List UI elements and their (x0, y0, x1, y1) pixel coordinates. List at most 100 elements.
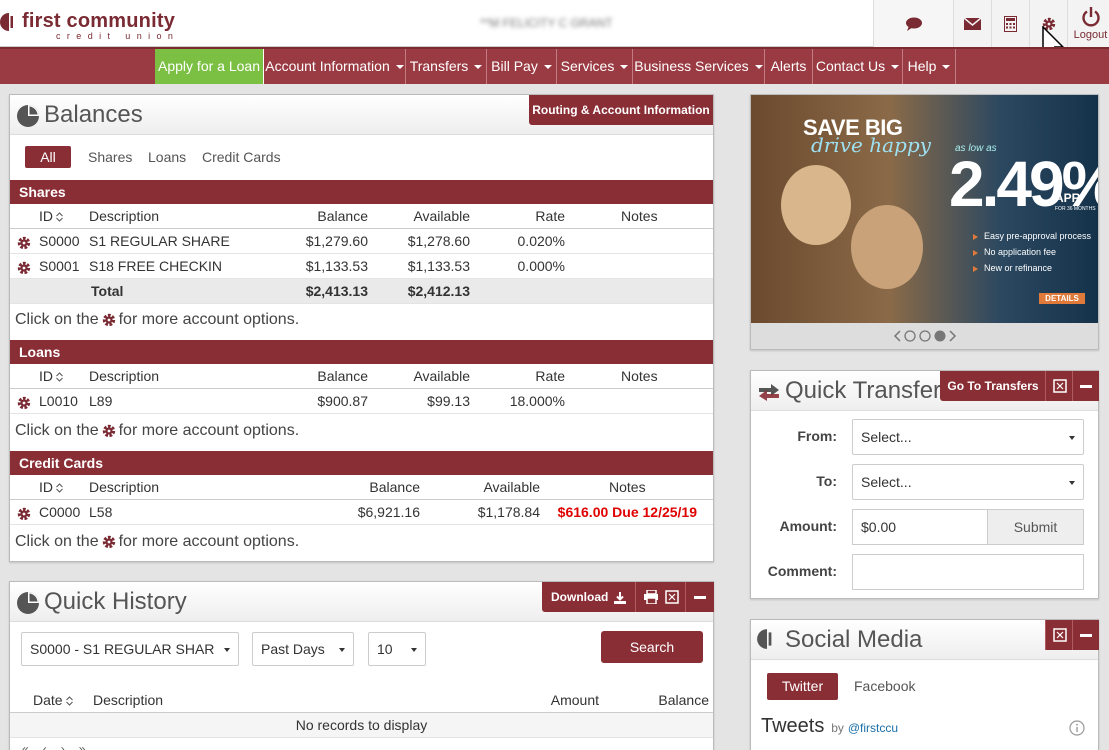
history-period-select[interactable]: Past Days (252, 632, 354, 666)
gear-icon[interactable] (17, 396, 31, 410)
main-nav: Apply for a Loan Account Information Tra… (0, 47, 1109, 84)
chat-button[interactable] (873, 0, 953, 47)
chevron-right-icon[interactable] (948, 329, 957, 342)
collapse-button[interactable] (1072, 371, 1099, 401)
col-notes: Notes (609, 479, 646, 495)
minus-icon (1080, 633, 1092, 637)
account-available: $99.13 (427, 393, 470, 409)
loans-header-row: ID Description Balance Available Rate No… (10, 364, 713, 389)
submit-transfer-button[interactable]: Submit (987, 509, 1084, 545)
gear-icon[interactable] (17, 507, 31, 521)
expand-button[interactable] (1045, 620, 1073, 650)
carousel-dot-icon[interactable] (903, 329, 916, 342)
col-available: Available (483, 479, 540, 495)
nav-services[interactable]: Services (557, 49, 633, 84)
filter-shares[interactable]: Shares (88, 146, 132, 168)
twitter-handle-link[interactable]: @firstccu (848, 721, 898, 735)
amount-input[interactable]: $0.00 (852, 509, 988, 545)
account-description: L89 (89, 393, 113, 409)
to-select[interactable]: Select... (852, 464, 1084, 500)
logout-button[interactable]: Logout (1067, 0, 1109, 47)
balances-title: Balances (44, 101, 143, 128)
nav-alerts[interactable]: Alerts (765, 49, 813, 84)
expand-button[interactable] (658, 582, 686, 612)
promo-photo-shape (851, 205, 923, 289)
account-id[interactable]: S0000 (39, 229, 79, 254)
account-available: $1,278.60 (407, 233, 470, 249)
account-rate: 0.000% (517, 258, 565, 274)
quick-history-header: Quick History Download (10, 582, 714, 622)
from-select[interactable]: Select... (852, 419, 1084, 455)
promo-details-button[interactable]: DETAILS (1039, 293, 1085, 304)
chat-icon (905, 17, 922, 31)
balances-panel: Balances Routing & Account Information A… (9, 94, 714, 562)
account-id[interactable]: S0001 (39, 254, 79, 279)
col-rate: Rate (535, 368, 565, 384)
nav-transfers[interactable]: Transfers (406, 49, 487, 84)
col-id[interactable]: ID (39, 204, 63, 229)
shares-header-row: ID Description Balance Available Rate No… (10, 204, 713, 229)
info-icon[interactable] (1069, 720, 1085, 736)
promo-banner[interactable]: SAVE BIG drive happy as low as 2.49% APR… (751, 95, 1098, 323)
gear-icon[interactable] (17, 261, 31, 275)
nav-bill-pay[interactable]: Bill Pay (487, 49, 557, 84)
account-id[interactable]: C0000 (39, 500, 80, 525)
account-balance: $1,133.53 (305, 258, 368, 274)
quick-transfer-title: Quick Transfer (785, 377, 942, 404)
promo-fine-print: FOR 36 MONTHS (1055, 206, 1096, 212)
go-to-transfers-button[interactable]: Go To Transfers (940, 371, 1046, 401)
pie-chart-icon (17, 105, 39, 127)
tab-facebook[interactable]: Facebook (854, 673, 915, 700)
first-page-icon[interactable]: « (22, 742, 43, 750)
nav-help[interactable]: Help (903, 49, 956, 84)
next-page-icon[interactable]: › (61, 742, 79, 750)
filter-credit-cards[interactable]: Credit Cards (202, 146, 281, 168)
nav-business-services[interactable]: Business Services (633, 49, 765, 84)
account-id[interactable]: L0010 (39, 389, 78, 414)
nav-contact-us[interactable]: Contact Us (813, 49, 903, 84)
last-page-icon[interactable]: » (79, 742, 100, 750)
quick-transfer-header: Quick Transfer Go To Transfers (751, 371, 1099, 411)
carousel-dot-icon[interactable] (918, 329, 931, 342)
comment-input[interactable] (852, 554, 1084, 590)
collapse-button[interactable] (1072, 620, 1099, 650)
gear-icon[interactable] (17, 236, 31, 250)
nav-apply-for-a-loan[interactable]: Apply for a Loan (155, 49, 264, 84)
power-icon (1081, 6, 1100, 26)
chevron-down-icon (339, 648, 345, 652)
tab-twitter[interactable]: Twitter (767, 673, 838, 700)
credit-cards-section-title: Credit Cards (10, 451, 713, 475)
mail-button[interactable] (953, 0, 991, 47)
history-account-select[interactable]: S0000 - S1 REGULAR SHAR (21, 632, 239, 666)
col-id[interactable]: ID (39, 364, 63, 389)
download-button[interactable]: Download (542, 582, 636, 612)
filter-all[interactable]: All (25, 146, 71, 168)
expand-icon (1052, 628, 1067, 642)
nav-account-information[interactable]: Account Information (264, 49, 406, 84)
expand-button[interactable] (1045, 371, 1073, 401)
history-count-select[interactable]: 10 (368, 632, 426, 666)
chevron-left-icon[interactable] (893, 329, 901, 342)
account-available: $1,133.53 (407, 258, 470, 274)
prev-page-icon[interactable]: ‹ (43, 742, 61, 750)
comment-label: Comment: (767, 563, 837, 579)
routing-account-info-button[interactable]: Routing & Account Information (529, 95, 713, 125)
chevron-down-icon (754, 65, 763, 70)
account-description: L58 (89, 504, 113, 520)
col-date[interactable]: Date (33, 688, 73, 713)
collapse-button[interactable] (685, 582, 714, 612)
col-notes: Notes (621, 368, 658, 384)
amount-label: Amount: (779, 518, 837, 534)
filter-loans[interactable]: Loans (148, 146, 186, 168)
search-button[interactable]: Search (601, 631, 703, 663)
print-icon (644, 590, 659, 604)
from-label: From: (797, 428, 837, 444)
calculator-button[interactable] (991, 0, 1029, 47)
col-id[interactable]: ID (39, 475, 63, 500)
account-description: S1 REGULAR SHARE (89, 233, 230, 249)
col-description: Description (93, 692, 164, 708)
total-label: Total (91, 283, 124, 299)
tweets-heading: Tweets by @firstccu (761, 715, 899, 737)
carousel-dot-active-icon[interactable] (934, 330, 946, 342)
chevron-down-icon (942, 65, 951, 70)
